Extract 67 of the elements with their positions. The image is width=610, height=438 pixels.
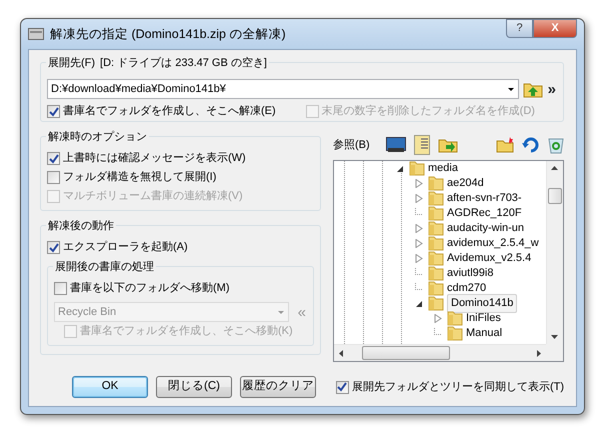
- scrollbar-thumb[interactable]: [362, 346, 450, 360]
- tree-item[interactable]: Manual: [466, 325, 502, 342]
- desktop-icon[interactable]: [386, 137, 406, 153]
- group-label: 展開先(F): [46, 55, 100, 72]
- folder-icon: [428, 206, 444, 221]
- expand-arrow-icon[interactable]: [415, 239, 423, 248]
- expand-arrow-icon[interactable]: [415, 194, 423, 203]
- browse-label: 参照(B): [333, 138, 370, 153]
- folder-icon: [428, 266, 444, 281]
- scroll-up-icon[interactable]: [551, 166, 558, 170]
- checkmark-icon: [48, 154, 58, 164]
- path-combo[interactable]: D:¥download¥media¥Domino141b¥: [47, 79, 519, 99]
- expand-button[interactable]: »: [546, 80, 557, 98]
- window-title: 解凍先の指定 (Domino141b.zip の全解凍): [50, 26, 286, 43]
- checkbox[interactable]: 書庫名でフォルダを作成し、そこへ解凍(E): [47, 102, 276, 121]
- dialog-button[interactable]: OK: [72, 376, 148, 398]
- scroll-down-icon[interactable]: [551, 335, 558, 339]
- tree-item[interactable]: IniFiles: [466, 310, 501, 327]
- folder-icon: [428, 221, 444, 236]
- tree-item[interactable]: Avidemux_v2.5.4: [447, 250, 532, 267]
- folder-icon: [447, 311, 463, 326]
- checkbox[interactable]: フォルダ構造を無視して展開(I): [47, 168, 314, 187]
- expand-arrow-icon[interactable]: [415, 224, 423, 233]
- checkbox[interactable]: 書庫を以下のフォルダへ移動(M): [54, 279, 307, 298]
- document-icon[interactable]: [414, 135, 430, 155]
- horizontal-scrollbar[interactable]: [334, 344, 546, 361]
- tree-item[interactable]: avidemux_2.5.4_w: [447, 235, 539, 252]
- checkbox[interactable]: エクスプローラを起動(A): [47, 238, 314, 257]
- collapse-arrow-icon[interactable]: [415, 299, 423, 308]
- folder-icon: [428, 236, 444, 251]
- tree-item[interactable]: Domino141b: [447, 294, 518, 313]
- expand-arrow-icon[interactable]: [415, 179, 423, 188]
- folder-icon: [428, 296, 444, 311]
- tree-item[interactable]: ae204d: [447, 175, 484, 192]
- scrollbar-thumb[interactable]: [548, 188, 562, 204]
- help-button[interactable]: ?: [506, 19, 533, 38]
- checkmark-icon: [337, 382, 348, 392]
- recycle-bin-icon[interactable]: [548, 136, 564, 154]
- folder-icon: [447, 326, 463, 341]
- tree-item[interactable]: cdm270: [447, 280, 486, 297]
- free-space-text: [D: ドライブは 233.47 GB の空き]: [100, 55, 269, 72]
- folder-icon: [428, 191, 444, 206]
- tree-item[interactable]: aften-svn-r703-: [447, 190, 522, 207]
- scroll-left-icon[interactable]: [339, 350, 343, 357]
- checkbox[interactable]: 上書時には確認メッセージを表示(W): [47, 149, 314, 168]
- folder-icon: [428, 281, 444, 296]
- collapse-arrow-icon[interactable]: [396, 164, 404, 173]
- tree-item[interactable]: media: [428, 161, 458, 177]
- window-icon: [28, 28, 44, 40]
- folder-arrow-icon[interactable]: [438, 137, 458, 153]
- checkbox[interactable]: 展開先フォルダとツリーを同期して表示(T): [336, 378, 564, 396]
- folder-icon: [428, 251, 444, 266]
- folder-icon: [428, 176, 444, 191]
- checkmark-icon: [48, 106, 58, 116]
- dialog-button[interactable]: 閉じる(C): [156, 376, 232, 398]
- expand-arrow-icon[interactable]: [434, 314, 442, 323]
- dialog-button[interactable]: 履歴のクリア: [240, 376, 316, 398]
- undo-icon[interactable]: [522, 137, 540, 153]
- folder-icon: [409, 161, 425, 176]
- new-folder-icon[interactable]: [496, 137, 514, 153]
- tree-item[interactable]: AGDRec_120F: [447, 205, 522, 222]
- checkmark-icon: [48, 242, 58, 252]
- scroll-right-icon[interactable]: [537, 350, 541, 357]
- expand-arrow-icon[interactable]: [415, 254, 423, 263]
- vertical-scrollbar[interactable]: [546, 161, 563, 344]
- tree-item[interactable]: audacity-win-un: [447, 220, 524, 237]
- tree-item[interactable]: aviutl99i8: [447, 265, 494, 282]
